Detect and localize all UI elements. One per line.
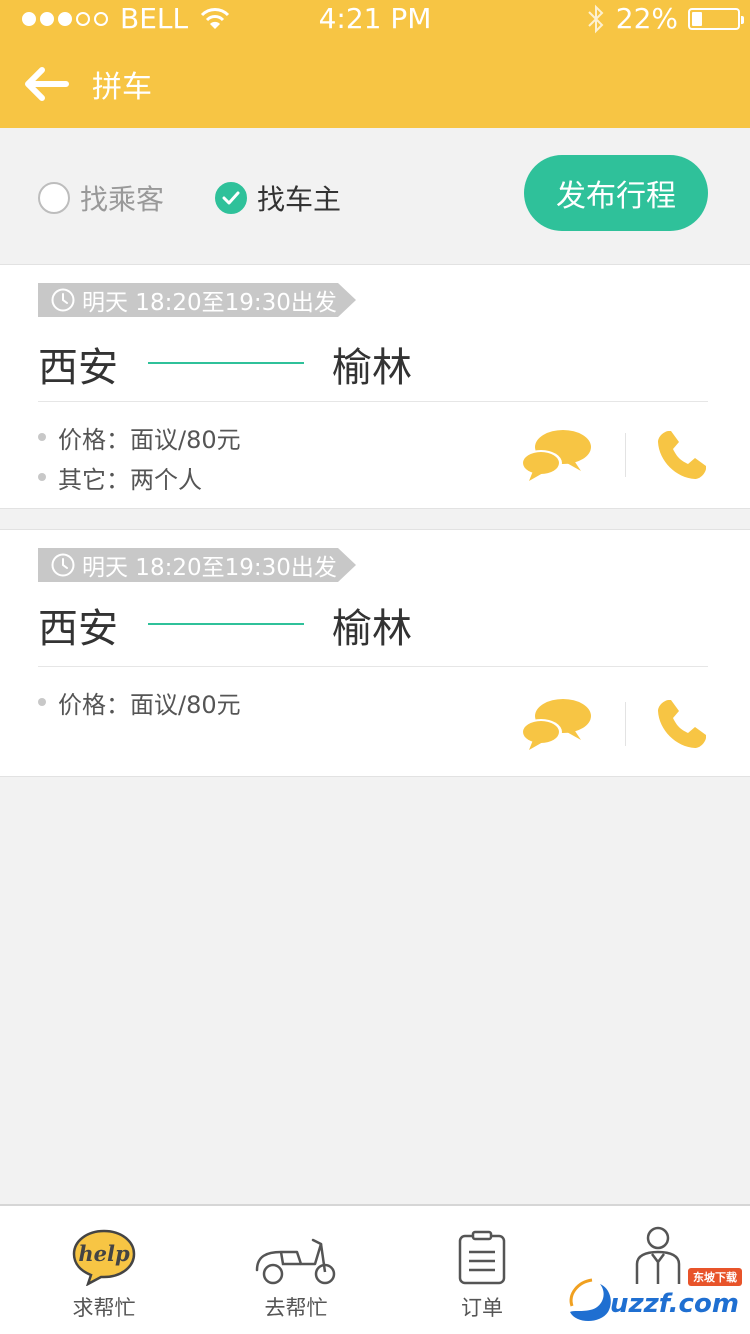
divider bbox=[38, 666, 708, 667]
status-right: 22% bbox=[586, 2, 744, 35]
radio-label: 找车主 bbox=[257, 183, 342, 216]
other-text: 其它：两个人 bbox=[58, 465, 202, 494]
price-text: 价格：面议/80元 bbox=[58, 425, 241, 454]
bullet bbox=[38, 698, 46, 706]
chat-icon[interactable] bbox=[519, 427, 593, 483]
page-title: 拼车 bbox=[92, 70, 152, 105]
route-line bbox=[148, 362, 304, 364]
checkmark-icon bbox=[215, 182, 247, 214]
origin-city: 西安 bbox=[38, 606, 118, 652]
departure-time: 明天 18:20至19:30出发 bbox=[82, 290, 337, 316]
tab-label: 订单 bbox=[461, 1296, 503, 1320]
radio-find-driver[interactable]: 找车主 bbox=[215, 178, 341, 218]
clipboard-icon bbox=[458, 1230, 506, 1285]
battery-percent: 22% bbox=[615, 2, 678, 35]
tab-orders[interactable]: 订单 bbox=[422, 1222, 542, 1322]
destination-city: 榆林 bbox=[332, 345, 412, 391]
back-arrow-icon[interactable] bbox=[22, 64, 70, 104]
route: 西安 榆林 bbox=[38, 596, 718, 652]
help-icon-text: help bbox=[78, 1241, 130, 1266]
clock-icon bbox=[51, 288, 75, 312]
trip-card[interactable]: 明天 18:20至19:30出发 西安 榆林 价格：面议/80元 其它：两个人 bbox=[0, 264, 750, 509]
radio-circle-icon bbox=[38, 182, 70, 214]
price-text: 价格：面议/80元 bbox=[58, 690, 241, 719]
route: 西安 榆林 bbox=[38, 335, 718, 391]
scooter-icon bbox=[255, 1238, 336, 1285]
clock-icon bbox=[51, 553, 75, 577]
detail-row: 价格：面议/80元 bbox=[38, 417, 241, 457]
trip-details: 价格：面议/80元 bbox=[38, 682, 241, 722]
divider bbox=[38, 401, 708, 402]
phone-icon[interactable] bbox=[656, 429, 708, 481]
bullet bbox=[38, 473, 46, 481]
card-actions bbox=[519, 427, 708, 483]
bluetooth-icon bbox=[588, 4, 604, 33]
bullet bbox=[38, 433, 46, 441]
publish-trip-button[interactable]: 发布行程 bbox=[524, 155, 708, 231]
card-actions bbox=[519, 696, 708, 752]
trip-details: 价格：面议/80元 其它：两个人 bbox=[38, 417, 241, 497]
watermark-badge: 东坡下载 bbox=[693, 1270, 737, 1284]
watermark-text: uzzf.com bbox=[610, 1289, 739, 1319]
radio-find-passenger[interactable]: 找乘客 bbox=[38, 178, 164, 218]
detail-row: 价格：面议/80元 bbox=[38, 682, 241, 722]
departure-time-tag: 明天 18:20至19:30出发 bbox=[38, 283, 356, 317]
tab-go-help[interactable]: 去帮忙 bbox=[236, 1222, 356, 1322]
battery-icon bbox=[688, 7, 744, 30]
nav-bar: 拼车 bbox=[0, 40, 750, 128]
watermark-logo: 东坡下载 uzzf.com bbox=[569, 1268, 742, 1321]
status-bar: BELL 4:21 PM 22% bbox=[0, 0, 750, 40]
route-line bbox=[148, 623, 304, 625]
chat-icon[interactable] bbox=[519, 696, 593, 752]
filter-bar: 找乘客 找车主 发布行程 bbox=[0, 128, 750, 264]
departure-time-tag: 明天 18:20至19:30出发 bbox=[38, 548, 356, 582]
phone-icon[interactable] bbox=[656, 698, 708, 750]
departure-time: 明天 18:20至19:30出发 bbox=[82, 555, 337, 581]
vertical-divider bbox=[625, 702, 626, 746]
radio-label: 找乘客 bbox=[80, 183, 165, 216]
vertical-divider bbox=[625, 433, 626, 477]
detail-row: 其它：两个人 bbox=[38, 457, 241, 497]
destination-city: 榆林 bbox=[332, 606, 412, 652]
trip-card[interactable]: 明天 18:20至19:30出发 西安 榆林 价格：面议/80元 bbox=[0, 529, 750, 777]
help-bubble-icon: help bbox=[72, 1229, 136, 1286]
tab-label: 求帮忙 bbox=[72, 1296, 136, 1320]
tab-ask-help[interactable]: help 求帮忙 bbox=[44, 1222, 164, 1322]
tab-label: 去帮忙 bbox=[264, 1296, 328, 1320]
origin-city: 西安 bbox=[38, 345, 118, 391]
